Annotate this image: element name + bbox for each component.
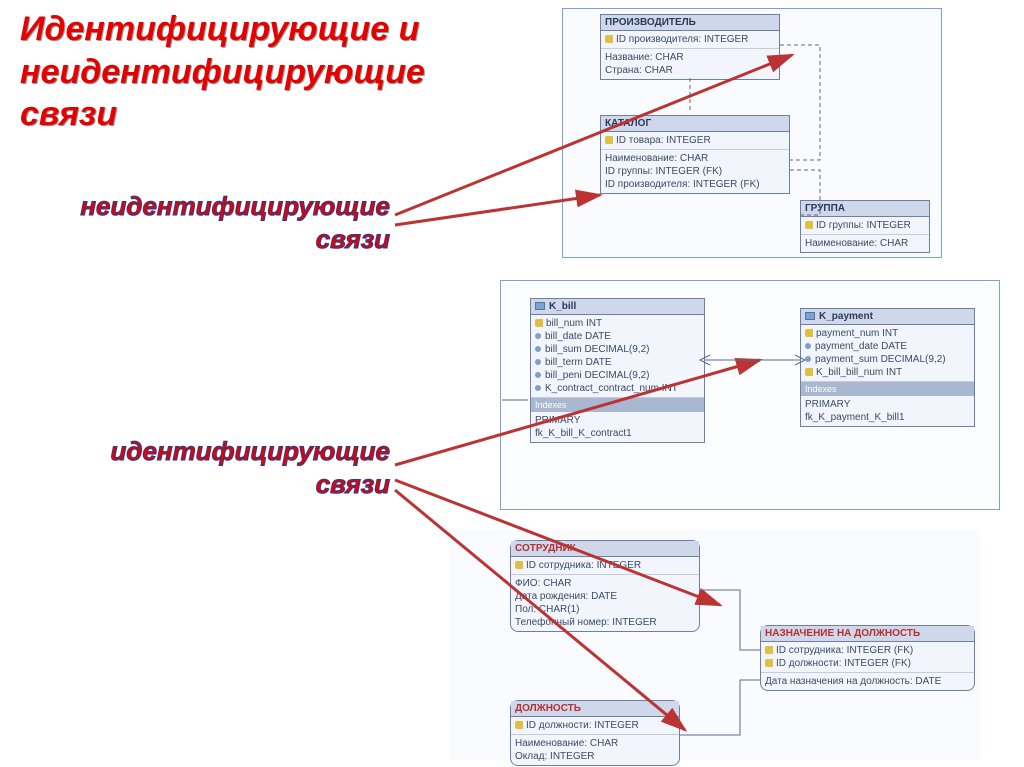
subtitle-nonidentifying: неидентифицирующие связи	[60, 190, 390, 255]
entity-header: ПРОИЗВОДИТЕЛЬ	[601, 15, 779, 31]
entity-kpayment: K_payment payment_num INT payment_date D…	[800, 308, 975, 427]
key-icon	[805, 221, 813, 229]
attr-field: Наименование: CHAR	[515, 737, 675, 750]
attr-field: ФИО: CHAR	[515, 577, 695, 590]
key-icon	[515, 561, 523, 569]
pk-field: ID производителя: INTEGER	[616, 34, 748, 45]
entity-assignment: НАЗНАЧЕНИЕ НА ДОЛЖНОСТЬ ID сотрудника: I…	[760, 625, 975, 691]
key-icon	[605, 35, 613, 43]
col: bill_peni DECIMAL(9,2)	[545, 370, 650, 381]
column-icon	[805, 356, 811, 362]
entity-header: K_payment	[801, 309, 974, 325]
col: bill_term DATE	[545, 357, 612, 368]
index-row: fk_K_payment_K_bill1	[805, 411, 970, 424]
col: payment_date DATE	[815, 341, 907, 352]
pk-field: ID товара: INTEGER	[616, 135, 711, 146]
entity-kbill: K_bill bill_num INT bill_date DATE bill_…	[530, 298, 705, 443]
subtitle-identifying: идентифицирующие связи	[60, 435, 390, 500]
attr-field: Оклад: INTEGER	[515, 750, 675, 763]
col: K_bill_bill_num INT	[816, 367, 902, 378]
entity-producer: ПРОИЗВОДИТЕЛЬ ID производителя: INTEGER …	[600, 14, 780, 80]
entity-employee: СОТРУДНИК ID сотрудника: INTEGER ФИО: CH…	[510, 540, 700, 632]
entity-header: ГРУППА	[801, 201, 929, 217]
index-row: PRIMARY	[535, 414, 700, 427]
entity-position: ДОЛЖНОСТЬ ID должности: INTEGER Наименов…	[510, 700, 680, 766]
attr-field: Страна: CHAR	[605, 64, 775, 77]
column-icon	[535, 333, 541, 339]
col: bill_date DATE	[545, 331, 611, 342]
col: payment_sum DECIMAL(9,2)	[815, 354, 946, 365]
table-icon	[535, 302, 545, 310]
attr-field: Наименование: CHAR	[605, 152, 785, 165]
slide-title: Идентифицирующие и неидентифицирующие св…	[20, 8, 460, 136]
entity-catalog: КАТАЛОГ ID товара: INTEGER Наименование:…	[600, 115, 790, 194]
column-icon	[535, 372, 541, 378]
column-icon	[535, 359, 541, 365]
pk-field: ID группы: INTEGER	[816, 220, 911, 231]
column-icon	[535, 385, 541, 391]
attr-field: Дата рождения: DATE	[515, 590, 695, 603]
key-icon	[805, 368, 813, 376]
column-icon	[535, 346, 541, 352]
attr-field: Телефонный номер: INTEGER	[515, 616, 695, 629]
pk-field: ID сотрудника: INTEGER (FK)	[776, 645, 913, 656]
key-icon	[535, 319, 543, 327]
indexes-header: Indexes	[801, 382, 974, 396]
attr-field: Наименование: CHAR	[805, 237, 925, 250]
entity-group: ГРУППА ID группы: INTEGER Наименование: …	[800, 200, 930, 253]
pk-field: ID сотрудника: INTEGER	[526, 560, 641, 571]
col: bill_num INT	[546, 318, 602, 329]
key-icon	[805, 329, 813, 337]
key-icon	[765, 659, 773, 667]
entity-header: K_bill	[531, 299, 704, 315]
entity-header: ДОЛЖНОСТЬ	[511, 701, 679, 717]
table-icon	[805, 312, 815, 320]
pk-field: ID должности: INTEGER (FK)	[776, 658, 911, 669]
key-icon	[515, 721, 523, 729]
key-icon	[605, 136, 613, 144]
col: bill_sum DECIMAL(9,2)	[545, 344, 649, 355]
attr-field: Пол: CHAR(1)	[515, 603, 695, 616]
entity-header: НАЗНАЧЕНИЕ НА ДОЛЖНОСТЬ	[761, 626, 974, 642]
column-icon	[805, 343, 811, 349]
attr-field: Название: CHAR	[605, 51, 775, 64]
index-row: fk_K_bill_K_contract1	[535, 427, 700, 440]
indexes-header: Indexes	[531, 398, 704, 412]
attr-field: Дата назначения на должность: DATE	[765, 675, 970, 688]
attr-field: ID группы: INTEGER (FK)	[605, 165, 785, 178]
index-row: PRIMARY	[805, 398, 970, 411]
col: payment_num INT	[816, 328, 898, 339]
pk-field: ID должности: INTEGER	[526, 720, 639, 731]
col: K_contract_contract_num INT	[545, 383, 678, 394]
attr-field: ID производителя: INTEGER (FK)	[605, 178, 785, 191]
key-icon	[765, 646, 773, 654]
entity-header: СОТРУДНИК	[511, 541, 699, 557]
entity-header: КАТАЛОГ	[601, 116, 789, 132]
